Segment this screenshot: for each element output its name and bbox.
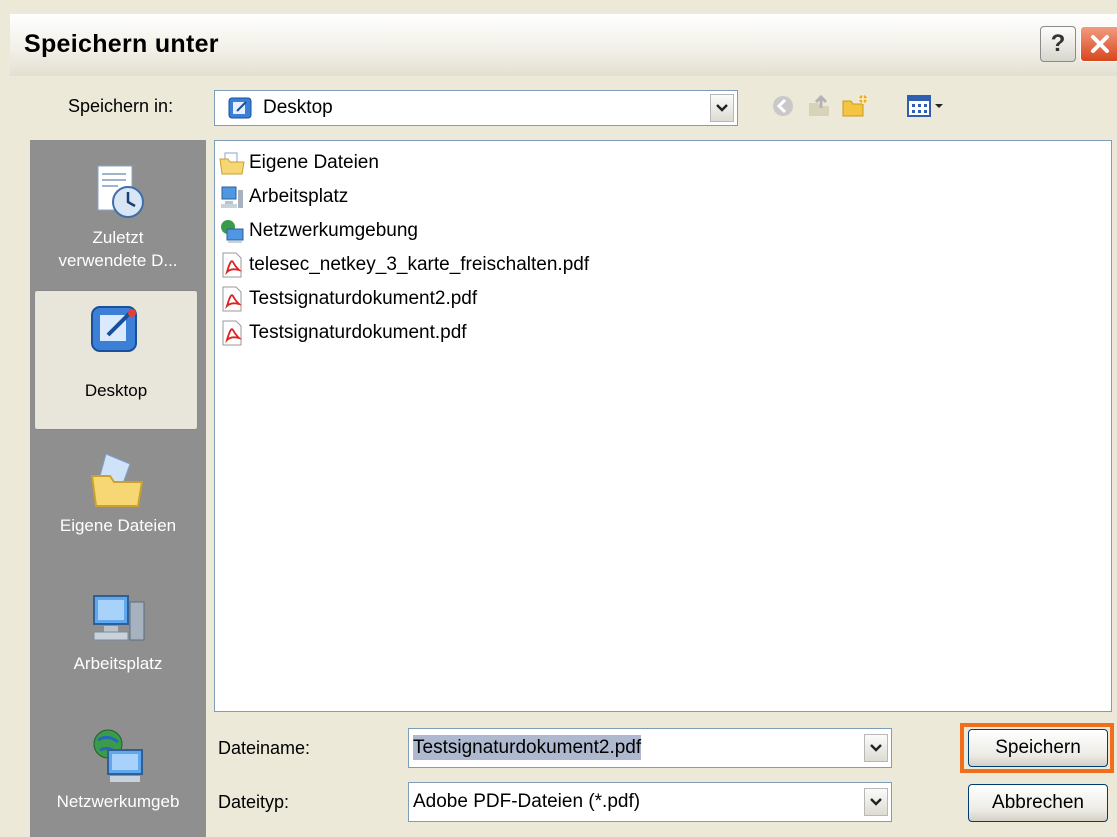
place-my-documents-label: Eigene Dateien: [59, 516, 177, 535]
save-button[interactable]: Speichern: [968, 729, 1108, 767]
network-icon: [93, 729, 143, 782]
list-item[interactable]: Testsignaturdokument.pdf: [219, 317, 467, 349]
file-name: Netzwerkumgebung: [249, 220, 418, 241]
desktop-icon: [228, 97, 252, 119]
filename-input[interactable]: Testsignaturdokument2.pdf: [408, 728, 892, 768]
help-button[interactable]: ?: [1040, 26, 1076, 62]
save-in-dropdown[interactable]: Desktop: [214, 90, 738, 126]
cancel-button[interactable]: Abbrechen: [968, 784, 1108, 822]
filename-value: Testsignaturdokument2.pdf: [413, 735, 642, 760]
place-recent-line2: verwendete D...: [58, 251, 178, 270]
back-arrow-icon: [773, 96, 793, 116]
place-desktop-label: Desktop: [84, 381, 148, 400]
place-my-computer-label: Arbeitsplatz: [73, 654, 163, 673]
chevron-down-icon[interactable]: [864, 734, 888, 762]
filename-label: Dateiname:: [218, 738, 311, 758]
view-menu-icon: [907, 95, 943, 117]
place-my-computer[interactable]: Arbeitsplatz: [30, 578, 206, 718]
close-button[interactable]: [1080, 26, 1117, 62]
pdf-icon: [222, 320, 242, 346]
close-icon: [1091, 35, 1109, 53]
file-name: Eigene Dateien: [249, 152, 379, 173]
folder-icon: [219, 152, 245, 175]
computer-icon: [221, 186, 243, 208]
place-recent-line1: Zuletzt: [92, 228, 144, 247]
file-name: Testsignaturdokument.pdf: [249, 322, 467, 343]
place-desktop[interactable]: Desktop: [34, 290, 198, 430]
new-folder-button[interactable]: [840, 92, 870, 120]
file-name: Testsignaturdokument2.pdf: [249, 288, 478, 309]
back-button[interactable]: [768, 92, 798, 120]
filetype-value: Adobe PDF-Dateien (*.pdf): [413, 791, 641, 812]
filetype-label: Dateityp:: [218, 792, 290, 812]
new-folder-icon: [842, 94, 868, 117]
pdf-icon: [222, 286, 242, 312]
desktop-icon: [91, 306, 137, 352]
save-as-dialog: Speichern unter ? Speichern in: Desktop: [0, 0, 1117, 837]
place-network-label: Netzwerkumgeb: [56, 792, 180, 811]
save-in-value: Desktop: [263, 97, 333, 118]
file-name: telesec_netkey_3_karte_freischalten.pdf: [249, 254, 590, 275]
network-icon: [221, 220, 244, 243]
list-item[interactable]: Arbeitsplatz: [219, 181, 348, 213]
pdf-icon: [222, 252, 242, 278]
up-folder-button[interactable]: [804, 92, 834, 120]
my-documents-icon: [90, 453, 144, 507]
file-list[interactable]: Eigene Dateien Arbeitsplatz Netzwerkumge…: [214, 140, 1112, 712]
list-item[interactable]: Netzwerkumgebung: [219, 215, 418, 247]
recent-documents-icon: [97, 165, 144, 218]
chevron-down-icon[interactable]: [864, 788, 888, 816]
list-item[interactable]: telesec_netkey_3_karte_freischalten.pdf: [219, 249, 589, 281]
chevron-down-icon[interactable]: [710, 94, 734, 122]
place-my-documents[interactable]: Eigene Dateien: [30, 440, 206, 580]
up-folder-icon: [809, 94, 829, 116]
place-recent[interactable]: Zuletzt verwendete D...: [30, 152, 206, 292]
places-bar: Zuletzt verwendete D... Desktop Eigene D…: [30, 140, 206, 837]
title-bar[interactable]: Speichern unter ?: [10, 14, 1117, 76]
list-item[interactable]: Eigene Dateien: [219, 147, 379, 179]
list-item[interactable]: Testsignaturdokument2.pdf: [219, 283, 477, 315]
filetype-dropdown[interactable]: Adobe PDF-Dateien (*.pdf): [408, 782, 892, 822]
save-in-label: Speichern in:: [68, 96, 174, 116]
computer-icon: [93, 595, 145, 641]
view-menu-button[interactable]: [904, 92, 952, 120]
file-name: Arbeitsplatz: [249, 186, 349, 207]
place-network[interactable]: Netzwerkumgeb: [30, 716, 206, 837]
window-title: Speichern unter: [24, 30, 219, 58]
